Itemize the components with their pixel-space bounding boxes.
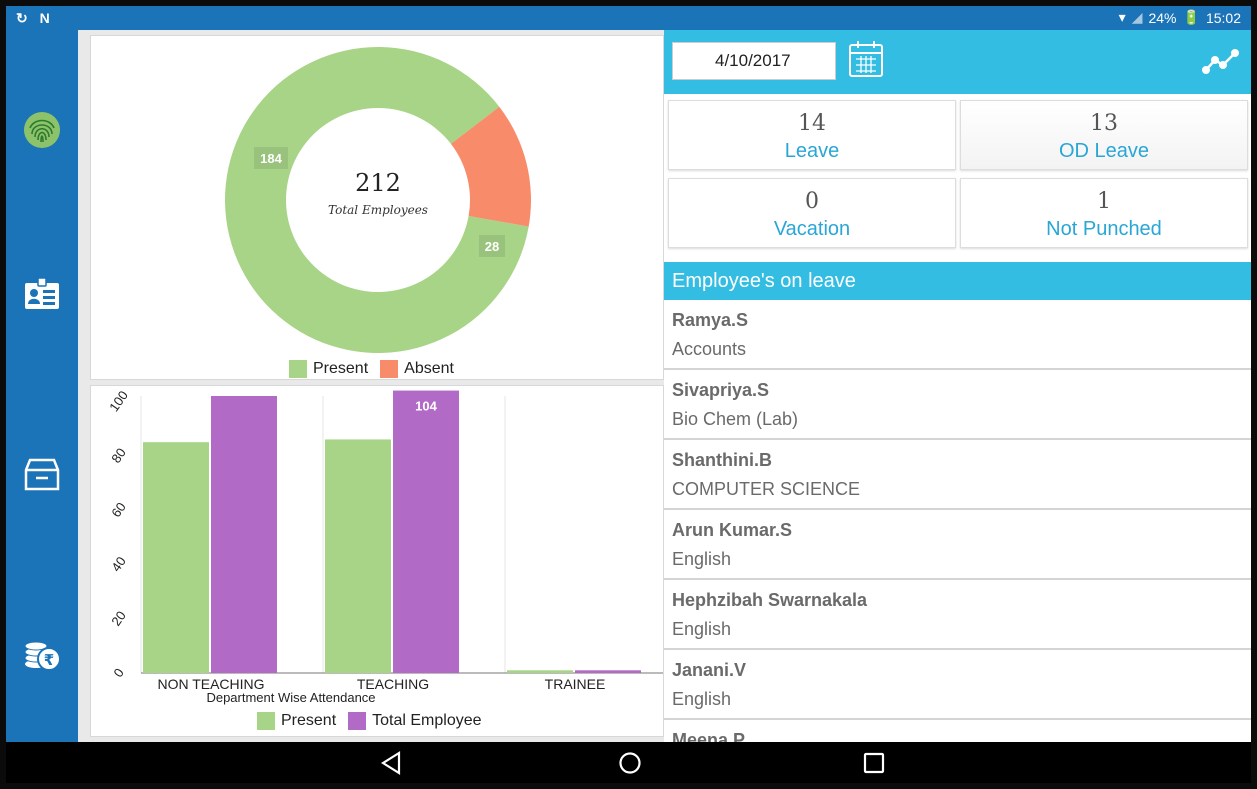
stat-od-leave[interactable]: 13 OD Leave: [960, 100, 1248, 170]
legend-present-swatch: [289, 360, 307, 378]
status-right: ▾ ◢ 24% 🔋 15:02: [1119, 9, 1241, 26]
y-tick-label: 100: [106, 388, 131, 414]
employee-dept: English: [672, 689, 732, 709]
slice-value-label: 28: [485, 239, 499, 254]
employee-dept: Bio Chem (Lab): [672, 409, 799, 429]
leave-list[interactable]: Ramya.S Accounts Sivapriya.S Bio Chem (L…: [664, 300, 1251, 742]
stat-not-punched-value: 1: [1097, 189, 1111, 214]
rupee-coins-icon[interactable]: ₹: [20, 632, 64, 676]
bar-total-employee[interactable]: [211, 396, 277, 673]
id-card-icon[interactable]: [20, 272, 64, 316]
stat-leave[interactable]: 14 Leave: [668, 100, 956, 170]
bar-present[interactable]: [325, 439, 391, 673]
total-employees-label: Total Employees: [328, 203, 428, 217]
legend-absent-swatch: [380, 360, 399, 378]
employee-name: Sivapriya.S: [672, 380, 770, 400]
department-bar-chart: 104 020406080100 NON TEACHING TEACHING TRA…: [106, 388, 688, 705]
employee-dept: COMPUTER SCIENCE: [672, 479, 861, 499]
legend-total-swatch: [348, 712, 367, 730]
bar-total-employee[interactable]: [393, 390, 459, 673]
y-tick-label: 20: [108, 608, 129, 628]
attendance-donut-card: 184 28 212 Total Employees Present Absent: [90, 35, 664, 380]
stat-od-leave-value: 13: [1090, 111, 1118, 136]
navigation-bar: [6, 742, 1251, 783]
stat-vacation-value: 0: [805, 189, 819, 214]
bar-present[interactable]: [143, 442, 209, 673]
list-item[interactable]: Hephzibah Swarnakala English: [664, 580, 1251, 650]
bar-total-employee[interactable]: [575, 670, 641, 673]
donut-legend: Present Absent: [289, 360, 454, 378]
status-left-icons: ↻ N: [16, 10, 54, 26]
employee-name: Arun Kumar.S: [672, 520, 793, 540]
calendar-icon[interactable]: [848, 40, 884, 83]
date-field[interactable]: 4/10/2017: [672, 42, 836, 80]
stat-od-leave-label: OD Leave: [1058, 140, 1150, 162]
status-bar: ↻ N ▾ ◢ 24% 🔋 15:02: [6, 6, 1251, 30]
list-item[interactable]: Ramya.S Accounts: [664, 300, 1251, 370]
recents-icon[interactable]: [861, 750, 887, 776]
y-tick-label: 80: [108, 445, 129, 465]
list-item[interactable]: Shanthini.B COMPUTER SCIENCE: [664, 440, 1251, 510]
bar-present[interactable]: [507, 670, 573, 673]
list-item[interactable]: Arun Kumar.S English: [664, 510, 1251, 580]
employee-name: Ramya.S: [672, 310, 749, 330]
attendance-donut-chart: 184 28 212 Total Employees: [225, 46, 531, 353]
stat-not-punched-label: Not Punched: [1046, 218, 1162, 240]
employee-name: Hephzibah Swarnakala: [672, 590, 868, 610]
wifi-icon: ▾: [1118, 9, 1126, 25]
clock: 15:02: [1205, 9, 1241, 26]
employee-dept: Accounts: [672, 339, 747, 359]
stat-leave-label: Leave: [784, 140, 840, 162]
tablet-screen: ↻ N ▾ ◢ 24% 🔋 15:02 ₹ 184 28 212 Total E…: [0, 0, 1257, 789]
legend-present-label: Present: [313, 360, 369, 377]
fingerprint-icon[interactable]: [20, 108, 64, 152]
department-bar-card: 104 0 20 40 60 80 100 NON TEACHING TEACHING TRA…: [90, 385, 688, 737]
analytics-icon[interactable]: [1202, 48, 1240, 81]
employee-dept: English: [672, 549, 732, 569]
sidebar: ₹: [6, 30, 78, 742]
employee-name: Shanthini.B: [672, 450, 772, 470]
x-category-label: TRAINEE: [545, 676, 606, 692]
legend-absent-label: Absent: [404, 360, 454, 377]
employee-name: Janani.V: [672, 660, 747, 680]
stat-leave-value: 14: [798, 111, 826, 136]
employee-name: Meena.P: [672, 730, 746, 742]
leave-list-header: Employee's on leave: [664, 262, 1251, 300]
signal-icon: ◢: [1131, 9, 1143, 25]
right-panel: 4/10/2017 14 Leave 13 OD Leave 0 Vacatio…: [664, 30, 1251, 742]
slice-value-label: 184: [260, 151, 282, 166]
list-item[interactable]: Sivapriya.S Bio Chem (Lab): [664, 370, 1251, 440]
total-employees-value: 212: [355, 169, 401, 197]
home-icon[interactable]: [617, 750, 643, 776]
bar-data-label: 104: [415, 399, 437, 414]
y-tick-label: 40: [108, 554, 129, 574]
y-tick-label: 60: [108, 500, 129, 520]
stat-vacation[interactable]: 0 Vacation: [668, 178, 956, 248]
employee-dept: English: [672, 619, 732, 639]
stat-not-punched[interactable]: 1 Not Punched: [960, 178, 1248, 248]
back-icon[interactable]: [378, 750, 404, 776]
date-toolbar: 4/10/2017: [664, 30, 1251, 94]
legend-total-label: Total Employee: [372, 712, 482, 729]
svg-text:₹: ₹: [44, 651, 54, 669]
list-item[interactable]: Meena.P: [664, 720, 1251, 742]
legend-present-label: Present: [281, 712, 337, 729]
battery-icon: 🔋: [1182, 9, 1200, 25]
battery-level: 24%: [1148, 9, 1177, 26]
legend-present-swatch: [257, 712, 275, 730]
y-tick-label: 0: [110, 665, 126, 680]
x-axis-title: Department Wise Attendance: [206, 690, 375, 705]
bar-legend: Present Total Employee: [257, 712, 482, 730]
main-content: 184 28 212 Total Employees Present Absent…: [78, 30, 1251, 742]
stat-vacation-label: Vacation: [773, 218, 851, 240]
list-item[interactable]: Janani.V English: [664, 650, 1251, 720]
archive-box-icon[interactable]: [20, 452, 64, 496]
